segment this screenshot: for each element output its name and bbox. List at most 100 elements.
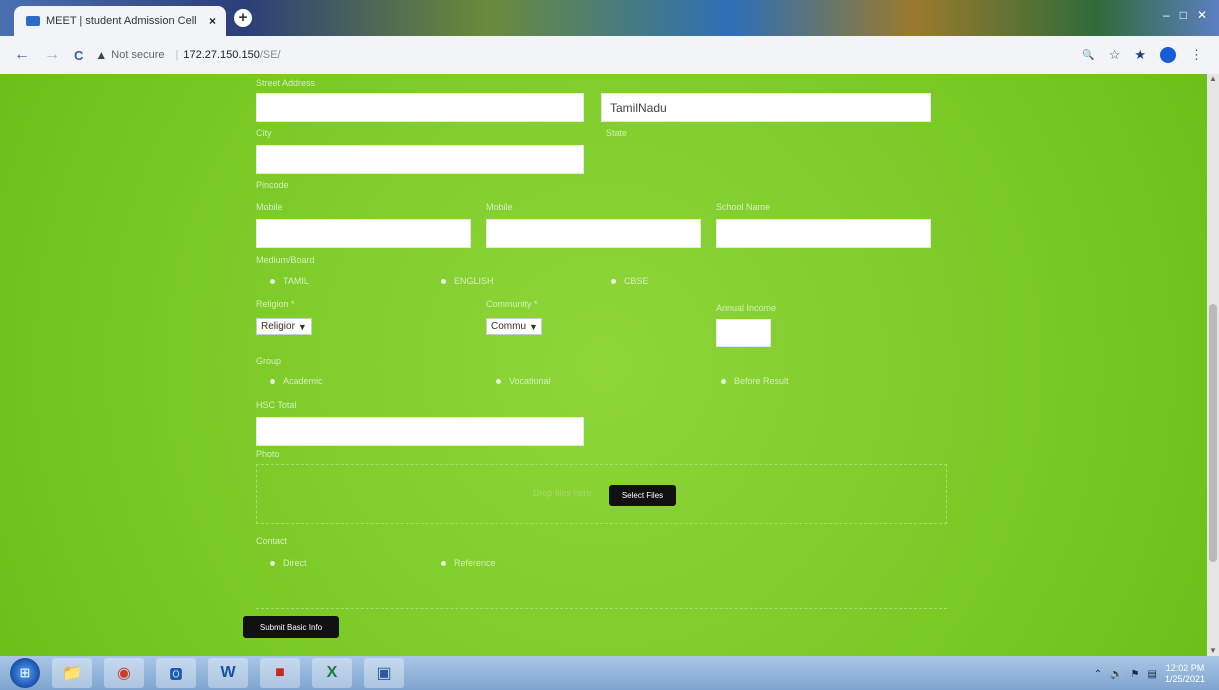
submit-basic-info-button[interactable]: Submit Basic Info: [243, 616, 339, 638]
radio-label: Vocational: [509, 376, 551, 386]
reload-icon[interactable]: C: [74, 48, 83, 63]
city-label: City: [256, 128, 272, 138]
page-scrollbar[interactable]: ▲ ▼: [1207, 74, 1219, 656]
zoom-icon[interactable]: 🔍: [1082, 50, 1094, 61]
radio-dot-icon: [611, 278, 616, 284]
radio-group-vocational[interactable]: Vocational: [496, 376, 551, 386]
state-input[interactable]: TamilNadu: [601, 93, 931, 122]
chevron-down-icon: ▼: [297, 321, 307, 332]
url-path: /SE/: [259, 49, 281, 61]
forward-icon[interactable]: →: [44, 46, 60, 64]
radio-dot-icon: [721, 378, 726, 384]
taskbar-excel-icon[interactable]: X: [312, 658, 352, 688]
taskbar-clock[interactable]: 12:02 PM 1/25/2021: [1165, 663, 1205, 685]
site-favicon-icon: [26, 16, 40, 26]
browser-menu-icon[interactable]: ⋮: [1190, 47, 1203, 63]
radio-dot-icon: [496, 378, 501, 384]
photo-dropzone[interactable]: Drop files here Select Files: [256, 464, 947, 524]
url-host: 172.27.150.150: [183, 49, 260, 61]
mobile-label-2: Mobile: [486, 202, 513, 212]
radio-dot-icon: [441, 560, 446, 566]
school-name-label: School Name: [716, 202, 771, 212]
taskbar-app-icon[interactable]: ▣: [364, 658, 404, 688]
radio-label: Direct: [283, 558, 307, 568]
radio-label: CBSE: [624, 276, 649, 286]
warning-icon: ▲: [95, 48, 108, 62]
radio-label: Academic: [283, 376, 323, 386]
radio-contact-reference[interactable]: Reference: [441, 558, 496, 568]
taskbar-explorer-icon[interactable]: 📁: [52, 658, 92, 688]
religion-select-value: Religior: [261, 321, 295, 332]
tray-expand-icon[interactable]: ⌃: [1094, 669, 1102, 680]
window-controls: – □ ✕: [1163, 8, 1207, 22]
radio-group-academic[interactable]: Academic: [270, 376, 323, 386]
minimize-icon[interactable]: –: [1163, 8, 1170, 22]
radio-medium-english[interactable]: ENGLISH: [441, 276, 494, 286]
mobile-input-1[interactable]: [256, 219, 471, 248]
contact-label: Contact: [256, 536, 288, 546]
taskbar-powerpoint-icon[interactable]: ■: [260, 658, 300, 688]
new-tab-icon[interactable]: +: [234, 9, 252, 27]
street-address-label: Street Address: [256, 78, 316, 88]
url-field[interactable]: ▲ Not secure | 172.27.150.150 /SE/: [95, 48, 280, 62]
scroll-up-icon[interactable]: ▲: [1209, 74, 1217, 84]
radio-group-before-result[interactable]: Before Result: [721, 376, 789, 386]
window-close-icon[interactable]: ✕: [1197, 8, 1207, 22]
select-files-button[interactable]: Select Files: [609, 485, 676, 506]
radio-dot-icon: [270, 378, 275, 384]
street-address-input[interactable]: [256, 93, 584, 122]
radio-dot-icon: [270, 278, 275, 284]
pincode-label: Pincode: [256, 180, 289, 190]
community-select[interactable]: Commu ▼: [486, 318, 542, 335]
address-bar: ← → C ▲ Not secure | 172.27.150.150 /SE/…: [0, 36, 1219, 74]
profile-icon[interactable]: [1160, 47, 1176, 63]
chevron-down-icon: ▼: [529, 321, 538, 332]
mobile-input-2[interactable]: [486, 219, 701, 248]
flag-icon[interactable]: ⚑: [1131, 669, 1140, 680]
start-button[interactable]: ⊞: [10, 658, 40, 688]
group-label: Group: [256, 356, 282, 366]
system-tray: ⌃ 🔊 ⚑ ▤ 12:02 PM 1/25/2021: [1094, 663, 1205, 685]
toolbar-right: 🔍 ☆ ★ ⋮: [1082, 47, 1203, 63]
radio-dot-icon: [270, 560, 275, 566]
volume-icon[interactable]: 🔊: [1110, 669, 1122, 680]
annual-income-label: Annual Income: [716, 303, 777, 313]
scrollbar-thumb[interactable]: [1209, 304, 1217, 562]
extension-icon[interactable]: ★: [1134, 47, 1146, 63]
network-icon[interactable]: ▤: [1148, 669, 1157, 680]
radio-label: Before Result: [734, 376, 789, 386]
radio-medium-cbse[interactable]: CBSE: [611, 276, 649, 286]
contact-section: [256, 550, 947, 609]
taskbar-word-icon[interactable]: W: [208, 658, 248, 688]
radio-label: Reference: [454, 558, 496, 568]
radio-dot-icon: [441, 278, 446, 284]
browser-tab[interactable]: MEET | student Admission Cell ×: [14, 6, 226, 36]
medium-board-label: Medium/Board: [256, 255, 315, 265]
radio-label: ENGLISH: [454, 276, 494, 286]
state-label: State: [606, 128, 628, 138]
school-name-input[interactable]: [716, 219, 931, 248]
radio-medium-tamil[interactable]: TAMIL: [270, 276, 309, 286]
religion-label: Religion *: [256, 299, 295, 309]
taskbar-chrome-icon[interactable]: ◉: [104, 658, 144, 688]
radio-label: TAMIL: [283, 276, 309, 286]
clock-time: 12:02 PM: [1165, 663, 1205, 673]
star-icon[interactable]: ☆: [1109, 47, 1121, 63]
browser-tab-bar: MEET | student Admission Cell × + – □ ✕: [0, 0, 1219, 36]
annual-income-input[interactable]: [716, 319, 771, 347]
taskbar-outlook-icon[interactable]: 🅾: [156, 658, 196, 688]
maximize-icon[interactable]: □: [1180, 8, 1187, 22]
admission-form-page: Street Address TamilNadu City State Pinc…: [0, 74, 1207, 656]
url-separator: |: [175, 49, 179, 61]
scroll-down-icon[interactable]: ▼: [1209, 646, 1217, 656]
mobile-label-1: Mobile: [256, 202, 283, 212]
radio-contact-direct[interactable]: Direct: [270, 558, 307, 568]
tab-title: MEET | student Admission Cell: [46, 15, 197, 27]
hsc-total-input[interactable]: [256, 417, 584, 446]
back-icon[interactable]: ←: [14, 46, 30, 64]
windows-taskbar: ⊞ 📁 ◉ 🅾 W ■ X ▣ ⌃ 🔊 ⚑ ▤ 12:02 PM 1/25/20…: [0, 656, 1219, 690]
tab-close-icon[interactable]: ×: [209, 14, 216, 28]
clock-date: 1/25/2021: [1164, 674, 1205, 684]
city-input[interactable]: [256, 145, 584, 174]
religion-select[interactable]: Religior ▼: [256, 318, 312, 335]
